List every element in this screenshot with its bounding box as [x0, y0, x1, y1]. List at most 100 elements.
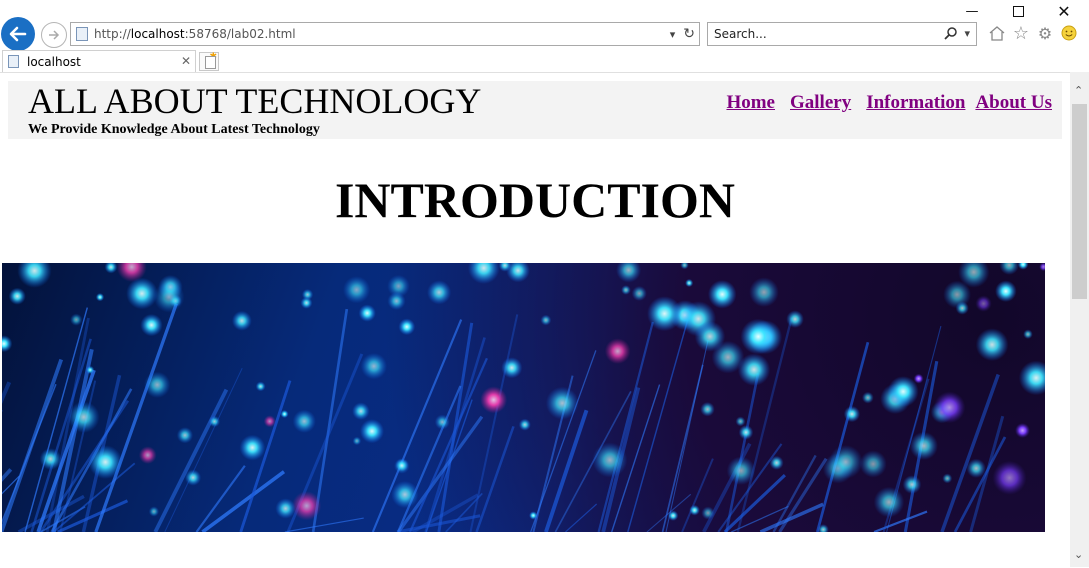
minimize-button[interactable]: —	[950, 0, 994, 22]
light-dot	[361, 353, 387, 379]
fiber-strand	[96, 304, 176, 532]
light-dot	[736, 416, 746, 426]
site-title: ALL ABOUT TECHNOLOGY	[28, 80, 481, 122]
light-dot	[668, 510, 679, 521]
light-dot	[149, 506, 159, 516]
light-dot	[398, 318, 415, 335]
vertical-scrollbar[interactable]: ⌃ ⌄	[1070, 72, 1089, 567]
light-dot	[786, 310, 804, 328]
light-dot	[844, 406, 860, 422]
light-dot	[140, 314, 162, 336]
search-dropdown-icon[interactable]: ▾	[964, 27, 970, 40]
light-dot	[239, 435, 265, 461]
light-dot	[280, 410, 288, 418]
tab-title: localhost	[27, 55, 81, 69]
light-dot	[105, 263, 118, 273]
star-icon[interactable]: ☆	[1012, 24, 1030, 42]
maximize-button[interactable]	[996, 0, 1040, 22]
nav-gallery-link[interactable]: Gallery	[790, 92, 851, 114]
light-dot	[708, 280, 737, 309]
fiber-strand	[628, 320, 688, 532]
light-dot	[749, 277, 779, 307]
search-placeholder: Search...	[714, 27, 767, 41]
address-bar[interactable]: http://localhost:58768/lab02.html ▾ ↻	[70, 22, 700, 46]
light-dot	[647, 296, 682, 331]
light-dot	[727, 456, 756, 485]
tab-page-icon	[8, 55, 19, 68]
new-tab-button[interactable]: ✱	[199, 52, 219, 71]
fiber-strand	[155, 390, 226, 532]
light-dot	[17, 263, 51, 288]
light-dot	[343, 276, 370, 303]
url-prefix: http://	[94, 27, 131, 41]
scroll-down-icon[interactable]: ⌄	[1074, 548, 1083, 561]
light-dot	[360, 419, 384, 443]
light-dot	[540, 315, 551, 326]
light-dot	[139, 446, 157, 464]
fiber-strand	[531, 350, 596, 532]
fiber-strand	[446, 493, 482, 532]
light-dot	[995, 280, 1017, 302]
nav-about-link[interactable]: About Us	[975, 92, 1052, 114]
light-dot	[695, 321, 726, 352]
nav-information-link[interactable]: Information	[866, 92, 965, 114]
fiber-strand	[760, 504, 823, 532]
fiber-strand	[565, 504, 596, 532]
home-icon[interactable]	[988, 24, 1006, 42]
light-dot	[934, 392, 966, 424]
minimize-icon: —	[966, 4, 979, 19]
refresh-icon[interactable]: ↻	[683, 26, 695, 42]
light-dot	[185, 469, 201, 485]
hero-image	[2, 263, 1045, 532]
scroll-up-icon[interactable]: ⌃	[1074, 84, 1083, 97]
light-dot	[1015, 423, 1030, 438]
light-dot	[387, 292, 405, 310]
light-dot	[740, 319, 776, 355]
nav-home-link[interactable]: Home	[726, 92, 775, 114]
light-dot	[96, 293, 104, 301]
gear-icon[interactable]: ⚙	[1036, 24, 1054, 42]
light-dot	[352, 402, 370, 420]
search-input[interactable]: Search... ▾	[707, 22, 977, 46]
page-heading: INTRODUCTION	[0, 171, 1070, 229]
fiber-strand	[165, 368, 242, 532]
light-dot	[519, 419, 531, 431]
light-dot	[1039, 263, 1045, 271]
back-arrow-icon	[8, 24, 28, 44]
light-dot	[391, 481, 418, 508]
light-dot	[621, 285, 631, 295]
search-icon[interactable]	[944, 26, 958, 40]
close-window-button[interactable]: ✕	[1042, 0, 1086, 22]
light-dot	[427, 280, 451, 304]
light-dot	[300, 297, 312, 309]
light-dot	[293, 410, 316, 433]
light-dot	[394, 458, 410, 474]
light-dot	[9, 288, 26, 305]
back-button[interactable]	[1, 17, 35, 51]
scrollbar-thumb[interactable]	[1072, 104, 1087, 299]
light-dot	[68, 401, 100, 433]
light-dot	[874, 487, 905, 518]
browser-tab[interactable]: localhost ✕	[2, 50, 196, 72]
new-tab-icon: ✱	[209, 52, 217, 62]
light-dot	[860, 450, 887, 477]
light-dot	[700, 402, 715, 417]
fiber-strand	[197, 466, 245, 532]
maximize-icon	[1013, 6, 1024, 17]
light-dot	[942, 473, 952, 483]
dropdown-icon[interactable]: ▾	[670, 28, 676, 41]
light-dot	[888, 376, 919, 407]
light-dot	[144, 372, 170, 398]
light-dot	[975, 295, 991, 311]
light-dot	[739, 425, 754, 440]
light-dot	[680, 263, 689, 269]
light-dot	[209, 416, 220, 427]
light-dot	[685, 279, 693, 287]
forward-button[interactable]	[41, 22, 67, 48]
light-dot	[999, 263, 1019, 275]
light-dot	[829, 445, 863, 479]
close-tab-icon[interactable]: ✕	[181, 54, 191, 68]
light-dot	[2, 335, 12, 352]
smiley-icon[interactable]	[1060, 24, 1078, 42]
url-host: localhost	[131, 27, 185, 41]
